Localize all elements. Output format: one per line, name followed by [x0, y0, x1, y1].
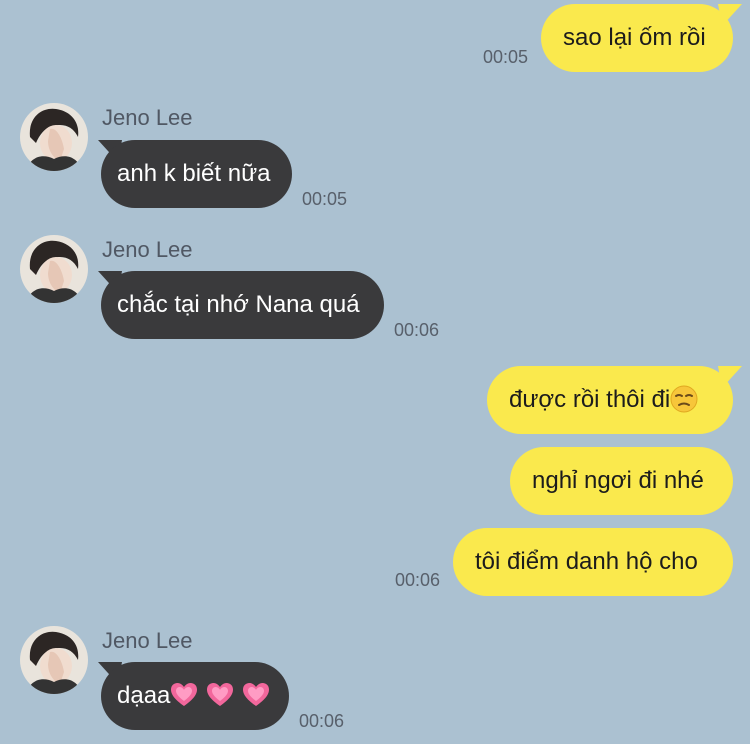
growing-heart-icon: [171, 682, 198, 706]
message-text: anh k biết nữa: [117, 160, 271, 187]
incoming-message-bubble[interactable]: chắc tại nhớ Nana quá: [101, 271, 384, 339]
message-timestamp: 00:06: [394, 570, 440, 590]
message-text: sao lại ốm rồi: [563, 24, 706, 51]
avatar-photo-icon: [20, 103, 88, 171]
message-text: chắc tại nhớ Nana quá: [117, 291, 360, 318]
bubble-tail-icon: [718, 366, 742, 388]
outgoing-message-bubble[interactable]: sao lại ốm rồi: [541, 4, 733, 72]
unamused-face-icon: [670, 385, 698, 413]
message-text: tôi điểm danh hộ cho: [475, 548, 698, 575]
incoming-message-bubble[interactable]: dạaa: [101, 662, 289, 730]
growing-heart-icon: [207, 682, 234, 706]
message-text: dạaa: [117, 682, 171, 709]
outgoing-message-bubble[interactable]: nghỉ ngơi đi nhé: [510, 447, 733, 515]
outgoing-message-bubble[interactable]: tôi điểm danh hộ cho: [453, 528, 733, 596]
sender-name: Jeno Lee: [102, 237, 193, 262]
avatar-photo-icon: [20, 626, 88, 694]
message-timestamp: 00:05: [482, 47, 528, 67]
outgoing-message-bubble[interactable]: được rồi thôi đi: [487, 366, 733, 434]
sender-name: Jeno Lee: [102, 105, 193, 130]
incoming-message-bubble[interactable]: anh k biết nữa: [101, 140, 292, 208]
avatar[interactable]: [20, 103, 88, 171]
avatar[interactable]: [20, 235, 88, 303]
growing-heart-icon: [243, 682, 270, 706]
message-timestamp: 00:06: [299, 711, 345, 731]
message-timestamp: 00:05: [302, 189, 348, 209]
message-timestamp: 00:06: [394, 320, 440, 340]
sender-name: Jeno Lee: [102, 628, 193, 653]
message-text: nghỉ ngơi đi nhé: [532, 467, 704, 494]
avatar[interactable]: [20, 626, 88, 694]
avatar-photo-icon: [20, 235, 88, 303]
message-text: được rồi thôi đi: [509, 386, 671, 413]
bubble-tail-icon: [718, 4, 742, 26]
